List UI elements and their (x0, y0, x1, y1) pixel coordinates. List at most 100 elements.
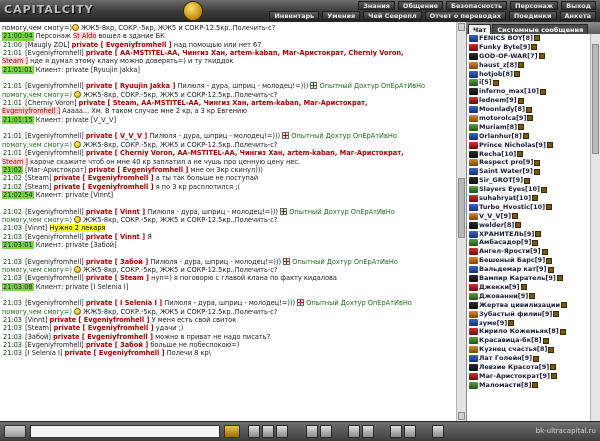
user-list-item[interactable]: Вальдемар кат[9] (469, 265, 590, 274)
user-nick[interactable]: Funky Byte[9] (479, 43, 530, 52)
user-list-item[interactable]: Funky Byte[9] (469, 43, 590, 52)
private-recipients[interactable]: private [ V_V_V ] (86, 132, 147, 140)
timestamp[interactable]: 21:03 (2, 224, 23, 232)
private-recipients[interactable]: private [ Evgeniyfromhell ] (72, 41, 172, 49)
chat-scroll-thumb[interactable] (458, 178, 465, 238)
scroll-up-icon[interactable] (458, 23, 465, 31)
user-info-icon[interactable] (518, 62, 525, 69)
sender-nick[interactable]: [Steam] (23, 183, 54, 191)
sender-nick[interactable]: [Steam] (23, 174, 54, 182)
timestamp[interactable]: 21:01 (2, 149, 23, 157)
user-list-item[interactable]: welder[8] (469, 221, 590, 230)
user-info-icon[interactable] (515, 222, 522, 229)
settings-icon[interactable] (306, 425, 318, 438)
tab-system-messages[interactable]: Системные сообщения (492, 24, 589, 34)
sender-nick[interactable]: [Evgeniyfromhell] (23, 274, 86, 282)
help-icon[interactable] (404, 425, 416, 438)
user-list-item[interactable]: Маломасти[8] (469, 381, 590, 390)
user-list-item[interactable]: Вампир Каратель[9] (469, 274, 590, 283)
user-list-item[interactable]: Зубастый филин[9] (469, 310, 590, 319)
menu-button[interactable]: Умения (322, 11, 361, 20)
sender-nick[interactable]: [Evgeniyfromhell] (23, 233, 86, 241)
user-list-item[interactable]: Prince Nicholas[9] (469, 141, 590, 150)
user-list-item[interactable]: Лат Голейн[9] (469, 354, 590, 363)
user-list-item[interactable]: haust_z[8] (469, 61, 590, 70)
user-info-icon[interactable] (526, 106, 532, 113)
private-recipients[interactable]: private [ I Selenia I ] (86, 299, 162, 307)
user-list-item[interactable]: motorolca[9] (469, 114, 590, 123)
user-list-item[interactable]: V_V_V[9] (469, 212, 590, 221)
timestamp[interactable]: 21:01 (2, 99, 23, 107)
user-info-icon[interactable] (546, 142, 553, 149)
sender-nick[interactable]: [Maugly ZOL] (23, 41, 72, 49)
smiles-button[interactable] (4, 425, 26, 438)
user-list-item[interactable]: hotjob[8] (469, 70, 590, 79)
user-info-icon[interactable] (532, 382, 539, 389)
sender-nick[interactable]: [Steam] (23, 324, 54, 332)
user-info-icon[interactable] (534, 35, 540, 42)
sender-nick[interactable]: [Vinnt] (23, 224, 49, 232)
user-list-item[interactable]: Ангел-Ярости[9] (469, 247, 590, 256)
user-nick[interactable]: Saint Water[9] (479, 167, 533, 176)
user-list-item[interactable]: Джекки[9] (469, 283, 590, 292)
user-list-item[interactable]: Джованни[9] (469, 292, 590, 301)
user-nick[interactable]: motorolca[9] (479, 114, 526, 123)
user-nick[interactable]: GOD-OF-WAR[7] (479, 52, 538, 61)
user-info-icon[interactable] (539, 88, 546, 95)
menu-button[interactable]: Персонаж (510, 1, 559, 10)
timestamp[interactable]: 21:03:08 (2, 282, 34, 291)
timestamp[interactable]: 21:02:54 (2, 190, 34, 200)
pause-icon[interactable] (362, 425, 374, 438)
user-info-icon[interactable] (522, 133, 529, 140)
private-recipients[interactable]: private [ Steam ] (86, 274, 149, 282)
user-nick[interactable]: hotjob[8] (479, 70, 513, 79)
user-nick[interactable]: Sir_GROT[9] (479, 176, 523, 185)
user-info-icon[interactable] (517, 97, 524, 104)
user-nick[interactable]: haust_z[8] (479, 61, 517, 70)
user-list-item[interactable]: Амбасадор[9] (469, 238, 590, 247)
user-list-item[interactable]: Moonlady[8] (469, 105, 590, 114)
menu-button[interactable]: Безопасность (446, 1, 508, 10)
timestamp[interactable]: 21:01 (2, 132, 23, 140)
menu-button[interactable]: Чей Сеерепл (363, 11, 422, 20)
private-recipients[interactable]: private [ Vinnt ] (86, 233, 145, 241)
user-list-item[interactable]: ХРАНИТЕЛЬ[9] (469, 230, 590, 239)
user-info-icon[interactable] (550, 364, 557, 371)
private-recipients[interactable]: private [ Evgeniyfromhell ] (53, 333, 153, 341)
private-recipients[interactable]: private [ AA-MSTITEL-AA, Чингиз Хан, art… (86, 49, 404, 57)
user-nick[interactable]: Moonlady[8] (479, 105, 525, 114)
user-info-icon[interactable] (492, 79, 499, 86)
sender-nick[interactable]: [Маг-Аристократ] (23, 166, 88, 174)
timestamp[interactable]: 21:01 (2, 82, 23, 90)
user-list-item[interactable]: Orlanhur[8] (469, 132, 590, 141)
user-nick[interactable]: Turbo_Hvostic[10] (479, 203, 545, 212)
user-info-icon[interactable] (531, 44, 538, 51)
sender-nick[interactable]: [Забой] (23, 333, 53, 341)
user-nick[interactable]: Бешеный Барс[9] (479, 256, 545, 265)
user-list-item[interactable]: i[5] (469, 78, 590, 87)
user-list-item[interactable]: Turbo_Hvostic[10] (469, 203, 590, 212)
menu-button[interactable]: Выход (561, 1, 596, 10)
user-list-item[interactable]: Sir_GROT[9] (469, 176, 590, 185)
user-nick[interactable]: Ангел-Ярости[9] (479, 247, 541, 256)
user-nick[interactable]: welder[8] (479, 221, 514, 230)
menu-button[interactable]: Знания (358, 1, 395, 10)
user-nick[interactable]: Амбасадор[9] (479, 238, 531, 247)
user-nick[interactable]: V_V_V[9] (479, 212, 511, 221)
user-nick[interactable]: Жертва цивилизации (479, 301, 560, 310)
user-list-item[interactable]: Saint Water[9] (469, 167, 590, 176)
userlist-scrollbar[interactable] (590, 34, 600, 421)
sender-nick[interactable]: [Vinnt] (23, 316, 49, 324)
sender-nick[interactable]: [Cherniy Voron] (23, 99, 79, 107)
user-nick[interactable]: Вампир Каратель[9] (479, 274, 556, 283)
translit-icon[interactable] (320, 425, 332, 438)
menu-button[interactable]: Инвентарь (269, 11, 320, 20)
sender-nick[interactable]: [Evgeniyfromhell] (23, 149, 86, 157)
user-nick[interactable]: Маг-Аристократ[9] (479, 372, 550, 381)
user-list-item[interactable]: Маг-Аристократ[9] (469, 372, 590, 381)
tab-chat[interactable]: Чат (468, 24, 492, 34)
user-info-icon[interactable] (514, 71, 521, 77)
user-nick[interactable]: suhahryat[10] (479, 194, 531, 203)
user-info-icon[interactable] (508, 319, 515, 326)
scroll-down-icon[interactable] (458, 412, 465, 420)
